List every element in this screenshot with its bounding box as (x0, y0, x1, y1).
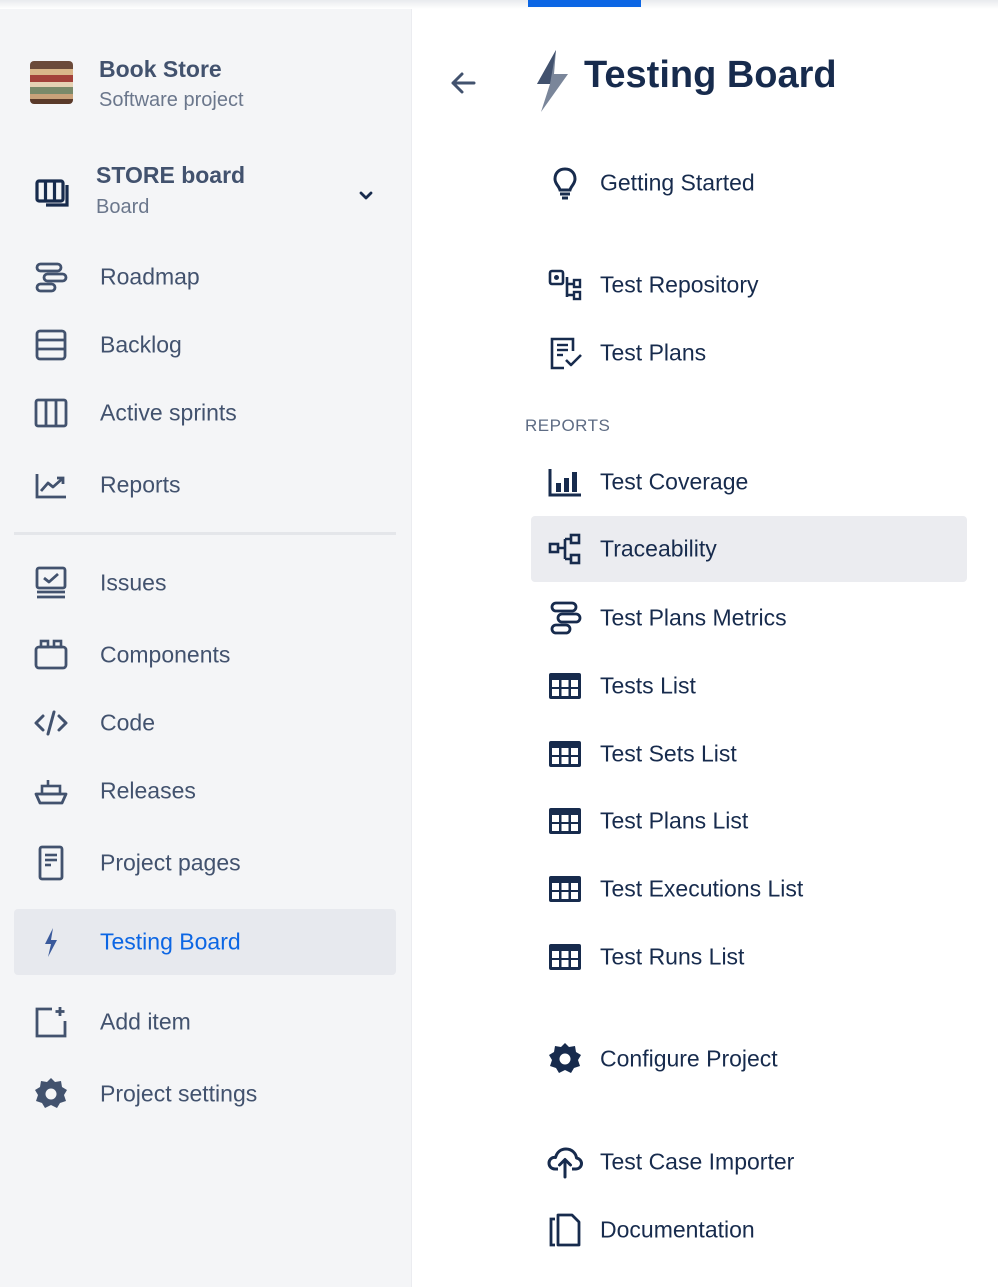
sidebar-divider (14, 532, 396, 535)
sidebar-item-testing-board[interactable]: Testing Board (14, 909, 396, 975)
menu-item-label: Configure Project (600, 1045, 778, 1072)
menu-item-label: Test Case Importer (600, 1148, 795, 1175)
menu-item-test-repository[interactable]: Test Repository (531, 252, 967, 318)
table-icon (549, 944, 581, 970)
sidebar-item-label: Backlog (100, 331, 182, 358)
board-name: STORE board (96, 162, 246, 188)
lightbulb-icon (553, 167, 577, 200)
chevron-down-icon[interactable] (358, 188, 374, 204)
repository-icon (548, 269, 582, 301)
components-icon (34, 639, 68, 670)
documentation-icon (549, 1213, 581, 1247)
project-type: Software project (99, 89, 244, 111)
menu-item-label: Test Plans List (600, 807, 749, 834)
sidebar-item-label: Add item (100, 1008, 191, 1035)
table-icon (549, 741, 581, 767)
menu-item-documentation[interactable]: Documentation (531, 1197, 967, 1263)
menu-item-label: Test Plans (600, 339, 707, 366)
menu-item-label: Traceability (600, 535, 717, 562)
bar-chart-icon (548, 469, 581, 497)
sidebar-item-roadmap[interactable]: Roadmap (14, 244, 396, 310)
sidebar-item-project-settings[interactable]: Project settings (14, 1061, 396, 1127)
menu-item-configure-project[interactable]: Configure Project (531, 1026, 967, 1092)
backlog-icon (35, 329, 67, 361)
sidebar-item-label: Project settings (100, 1080, 258, 1107)
sidebar-item-label: Code (100, 709, 155, 736)
sidebar-item-reports[interactable]: Reports (14, 452, 396, 518)
sidebar-item-label: Active sprints (100, 399, 237, 426)
cloud-upload-icon (547, 1147, 583, 1179)
project-avatar (30, 61, 73, 104)
sidebar-item-releases[interactable]: Releases (14, 758, 396, 824)
releases-icon (34, 780, 68, 805)
active-tab-indicator (528, 0, 641, 7)
sidebar-item-active-sprints[interactable]: Active sprints (14, 380, 396, 446)
sidebar-item-components[interactable]: Components (14, 622, 396, 688)
gear-icon (549, 1043, 581, 1073)
table-icon (549, 808, 581, 834)
menu-item-test-executions-list[interactable]: Test Executions List (531, 856, 967, 922)
sprints-icon (34, 398, 68, 428)
lightning-icon (45, 928, 57, 957)
sidebar-item-label: Components (100, 641, 231, 668)
menu-item-label: Test Coverage (600, 468, 749, 495)
menu-item-label: Test Runs List (600, 943, 745, 970)
sidebar-item-issues[interactable]: Issues (14, 550, 396, 616)
traceability-icon (548, 533, 581, 565)
sidebar-item-label: Testing Board (100, 928, 241, 955)
menu-item-traceability[interactable]: Traceability (531, 516, 967, 582)
menu-item-label: Test Sets List (600, 740, 737, 767)
menu-item-test-plans[interactable]: Test Plans (531, 320, 967, 386)
menu-item-label: Test Executions List (600, 875, 804, 902)
sidebar-item-code[interactable]: Code (14, 690, 396, 756)
sidebar-item-add-item[interactable]: Add item (14, 989, 396, 1055)
page-icon (38, 845, 64, 881)
sidebar-item-label: Roadmap (100, 263, 200, 290)
sidebar-item-label: Issues (100, 569, 167, 596)
reports-icon (35, 474, 66, 499)
metrics-icon (550, 601, 582, 635)
roadmap-icon (35, 262, 68, 293)
menu-item-label: Documentation (600, 1216, 755, 1243)
sidebar-item-label: Releases (100, 777, 196, 804)
code-icon (34, 710, 68, 736)
menu-item-getting-started[interactable]: Getting Started (531, 150, 967, 216)
menu-item-tests-list[interactable]: Tests List (531, 653, 967, 719)
board-icon (35, 179, 69, 207)
menu-item-test-plans-list[interactable]: Test Plans List (531, 788, 967, 854)
top-bar (0, 0, 998, 9)
reports-section-label: REPORTS (525, 416, 611, 435)
menu-item-test-sets-list[interactable]: Test Sets List (531, 721, 967, 787)
add-item-icon (35, 1007, 67, 1038)
issues-icon (35, 566, 67, 599)
project-header[interactable]: Book Store Software project (30, 56, 390, 116)
testing-board-logo-icon (537, 50, 568, 112)
menu-item-label: Getting Started (600, 169, 755, 196)
menu-item-test-plans-metrics[interactable]: Test Plans Metrics (531, 585, 967, 651)
board-type: Board (96, 196, 150, 218)
top-shadow (0, 0, 998, 9)
menu-item-test-coverage[interactable]: Test Coverage (531, 449, 967, 515)
sidebar-item-label: Project pages (100, 849, 241, 876)
table-icon (549, 673, 581, 699)
test-plans-icon (550, 337, 582, 370)
menu-item-label: Test Repository (600, 271, 759, 298)
sidebar-item-label: Reports (100, 471, 181, 498)
menu-item-label: Tests List (600, 672, 696, 699)
gear-icon (35, 1078, 67, 1108)
project-name: Book Store (99, 56, 222, 82)
sidebar-item-backlog[interactable]: Backlog (14, 312, 396, 378)
board-selector[interactable]: STORE board Board (30, 160, 390, 224)
menu-item-test-case-importer[interactable]: Test Case Importer (531, 1129, 967, 1195)
menu-item-test-runs-list[interactable]: Test Runs List (531, 924, 967, 990)
back-arrow-icon[interactable] (446, 66, 480, 100)
menu-item-label: Test Plans Metrics (600, 604, 787, 631)
table-icon (549, 876, 581, 902)
page-title: Testing Board (584, 54, 837, 96)
sidebar-item-project-pages[interactable]: Project pages (14, 830, 396, 896)
